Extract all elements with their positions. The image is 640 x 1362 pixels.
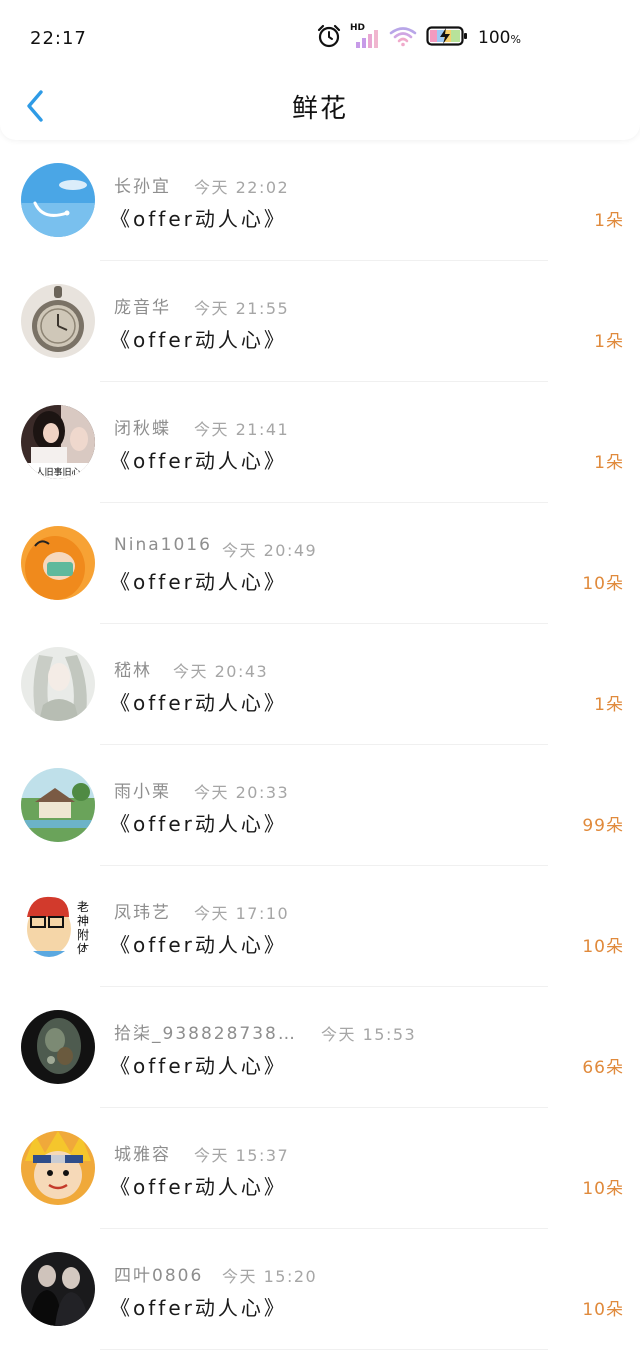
avatar[interactable]: [21, 284, 95, 358]
gift-timestamp: 今天 20:43: [173, 662, 269, 681]
show-title: 《offer动人心》: [110, 449, 287, 473]
divider: [100, 1349, 548, 1350]
battery-value: 100: [478, 28, 511, 48]
gift-timestamp: 今天 21:41: [194, 420, 290, 439]
sender-name: 长孙宜: [114, 177, 171, 197]
avatar[interactable]: [21, 163, 95, 237]
avatar[interactable]: [21, 768, 95, 842]
sender-name: 拾柒_938828738…: [114, 1024, 297, 1044]
show-title: 《offer动人心》: [110, 812, 287, 836]
list-item[interactable]: 雨小栗 今天 20:33 《offer动人心》 99朵: [0, 745, 640, 866]
gift-timestamp: 今天 20:33: [194, 783, 290, 802]
list-item[interactable]: 庞音华 今天 21:55 《offer动人心》 1朵: [0, 261, 640, 382]
page-title: 鲜花: [291, 94, 348, 124]
signal-icon: HD: [350, 23, 380, 50]
gift-list: 长孙宜 今天 22:02 《offer动人心》 1朵 庞音华 今天 21:55 …: [0, 140, 640, 1350]
show-title: 《offer动人心》: [110, 328, 287, 352]
list-item[interactable]: Nina1016 今天 20:49 《offer动人心》 10朵: [0, 503, 640, 624]
sender-name: 雨小栗: [114, 782, 171, 802]
show-title: 《offer动人心》: [110, 570, 287, 594]
list-item[interactable]: 老 神 附 体 凤玮艺 今天 17:10 《offer动人心》 10朵: [0, 866, 640, 987]
flower-count: 66朵: [582, 1058, 624, 1078]
sender-name: Nina1016: [114, 535, 212, 555]
flower-count: 1朵: [594, 332, 624, 352]
battery-unit: %: [510, 33, 521, 46]
avatar[interactable]: [21, 647, 95, 721]
flower-count: 1朵: [594, 695, 624, 715]
gift-timestamp: 今天 15:53: [321, 1025, 417, 1044]
flower-count: 1朵: [594, 211, 624, 231]
sender-name: 凤玮艺: [114, 903, 171, 923]
list-item[interactable]: 四叶0806 今天 15:20 《offer动人心》 10朵: [0, 1229, 640, 1350]
avatar[interactable]: [21, 1010, 95, 1084]
gift-timestamp: 今天 22:02: [194, 178, 290, 197]
flower-count: 10朵: [582, 574, 624, 594]
battery-percent: 100%: [478, 28, 521, 48]
avatar-caption-2: 神: [77, 914, 89, 928]
avatar-caption-4: 体: [77, 942, 89, 956]
show-title: 《offer动人心》: [110, 1296, 287, 1320]
sender-name: 闭秋蝶: [114, 419, 171, 439]
alarm-icon: [316, 24, 342, 52]
show-title: 《offer动人心》: [110, 933, 287, 957]
gift-timestamp: 今天 17:10: [194, 904, 290, 923]
flower-count: 10朵: [582, 937, 624, 957]
show-title: 《offer动人心》: [110, 1054, 287, 1078]
list-item[interactable]: 城雅容 今天 15:37 《offer动人心》 10朵: [0, 1108, 640, 1229]
wifi-icon: [388, 24, 418, 52]
sender-name: 四叶0806: [114, 1266, 204, 1286]
avatar-caption-1: 老: [77, 900, 89, 914]
show-title: 《offer动人心》: [110, 1175, 287, 1199]
flower-count: 1朵: [594, 453, 624, 473]
nav-bar: 鲜花: [0, 78, 640, 132]
avatar[interactable]: [21, 526, 95, 600]
sender-name: 城雅容: [114, 1145, 171, 1165]
list-item[interactable]: 嵇林 今天 20:43 《offer动人心》 1朵: [0, 624, 640, 745]
status-time: 22:17: [30, 28, 87, 49]
gift-timestamp: 今天 20:49: [222, 541, 318, 560]
avatar[interactable]: 人旧事旧心: [21, 405, 95, 479]
avatar[interactable]: [21, 1252, 95, 1326]
sender-name: 庞音华: [114, 298, 171, 318]
list-item[interactable]: 人旧事旧心 闭秋蝶 今天 21:41 《offer动人心》 1朵: [0, 382, 640, 503]
avatar[interactable]: [21, 1131, 95, 1205]
list-item[interactable]: 长孙宜 今天 22:02 《offer动人心》 1朵: [0, 140, 640, 261]
header: 22:17 HD 100% 鲜花: [0, 0, 640, 140]
flower-count: 99朵: [582, 816, 624, 836]
gift-timestamp: 今天 15:37: [194, 1146, 290, 1165]
gift-timestamp: 今天 15:20: [222, 1267, 318, 1286]
list-item[interactable]: 拾柒_938828738… 今天 15:53 《offer动人心》 66朵: [0, 987, 640, 1108]
flower-count: 10朵: [582, 1179, 624, 1199]
battery-icon: [426, 24, 468, 52]
avatar-caption-3: 附: [77, 928, 89, 942]
status-bar: 22:17 HD 100%: [0, 18, 640, 58]
status-icons: HD 100%: [316, 23, 521, 52]
gift-timestamp: 今天 21:55: [194, 299, 290, 318]
sender-name: 嵇林: [114, 661, 152, 681]
flower-count: 10朵: [582, 1300, 624, 1320]
avatar-caption: 人旧事旧心: [35, 466, 80, 478]
avatar[interactable]: 老 神 附 体: [21, 889, 95, 963]
show-title: 《offer动人心》: [110, 207, 287, 231]
show-title: 《offer动人心》: [110, 691, 287, 715]
